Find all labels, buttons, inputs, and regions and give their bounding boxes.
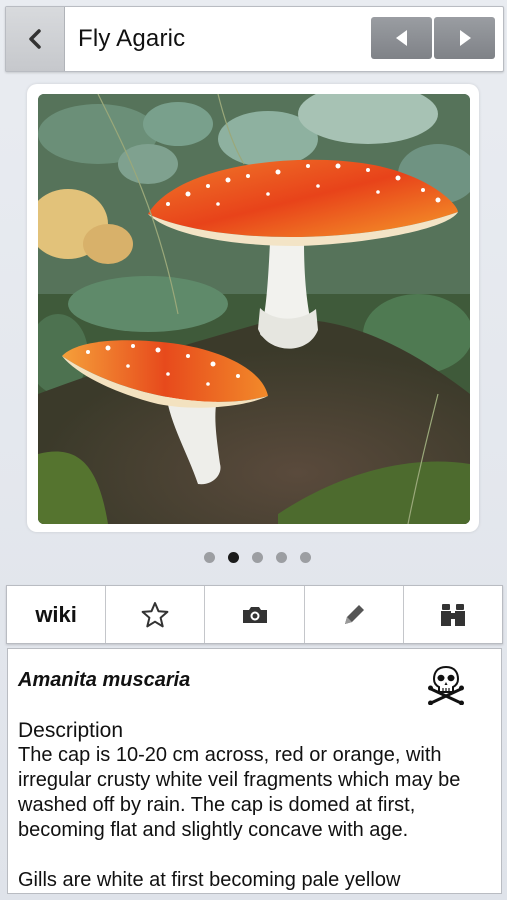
page-dot[interactable] — [204, 552, 215, 563]
page-dot[interactable] — [252, 552, 263, 563]
binoculars-icon — [440, 603, 465, 626]
mushroom-photo[interactable] — [38, 94, 470, 524]
previous-button[interactable] — [371, 17, 432, 59]
description-heading: Description — [18, 719, 124, 742]
action-toolbar: wiki — [6, 585, 503, 644]
wiki-label: wiki — [35, 601, 77, 627]
page-dot[interactable] — [300, 552, 311, 563]
edit-button[interactable] — [305, 586, 404, 643]
star-icon — [141, 601, 169, 627]
next-button[interactable] — [434, 17, 495, 59]
page-indicator[interactable] — [0, 552, 507, 568]
description-paragraph: Gills are white at first becoming pale y… — [18, 869, 401, 891]
back-button[interactable] — [6, 7, 65, 71]
skull-crossbones-icon — [428, 665, 464, 705]
favorite-button[interactable] — [106, 586, 206, 643]
camera-icon — [242, 606, 267, 623]
page-dot[interactable] — [276, 552, 287, 563]
camera-button[interactable] — [205, 586, 305, 643]
pencil-icon — [344, 604, 364, 624]
triangle-right-icon — [459, 30, 471, 46]
page-title: Fly Agaric — [78, 25, 186, 52]
top-bar: Fly Agaric — [5, 6, 504, 72]
description-text: The cap is 10-20 cm across, red or orang… — [18, 743, 494, 893]
triangle-left-icon — [395, 30, 407, 46]
chevron-left-icon — [29, 29, 41, 49]
page-dot-active[interactable] — [228, 552, 239, 563]
scientific-name: Amanita muscaria — [18, 669, 191, 691]
details-panel[interactable]: Amanita muscaria Description The cap is … — [7, 648, 502, 894]
pager-controls — [371, 17, 495, 59]
observe-button[interactable] — [404, 586, 502, 643]
fly-agaric-mushroom-photo — [38, 94, 470, 524]
description-paragraph: The cap is 10-20 cm across, red or orang… — [18, 744, 461, 841]
wiki-button[interactable]: wiki — [7, 586, 107, 643]
